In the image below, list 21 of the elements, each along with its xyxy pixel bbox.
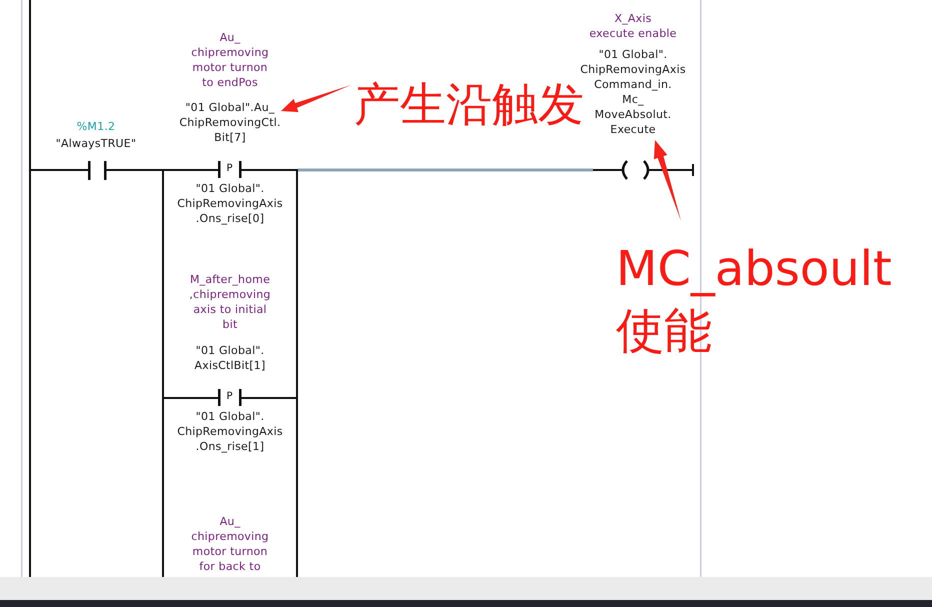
contact-operand: "01 Global". AxisCtlBit[1]	[194, 343, 266, 373]
rung-wire	[31, 169, 89, 171]
contact-address: %M1.2	[76, 119, 116, 134]
rung-wire	[164, 397, 218, 399]
tag-comment: Au_ chipremoving motor turnon to endPos	[191, 30, 269, 90]
rung-wire	[164, 169, 218, 171]
contact-operand: "01 Global".Au_ ChipRemovingCtl. Bit[7]	[179, 100, 281, 145]
tag-comment: Au_ chipremoving motor turnon for back to	[191, 514, 269, 574]
contact-tag: "AlwaysTRUE"	[56, 136, 136, 151]
tag-comment: M_after_home ,chipremoving axis to initial bit	[189, 272, 271, 332]
contact-symbol	[88, 161, 106, 180]
edge-memory-bit: "01 Global". ChipRemovingAxis .Ons_rise[0]	[177, 181, 283, 226]
rung-wire	[242, 397, 296, 399]
annotation-text: MC_absoult 使能	[616, 240, 892, 361]
coil-comment: X_Axis execute enable	[589, 11, 677, 41]
rung-wire	[106, 169, 162, 171]
coil-symbol	[622, 160, 650, 180]
callout-arrow	[281, 85, 351, 112]
rung-wire	[242, 169, 296, 171]
edge-memory-bit: "01 Global". ChipRemovingAxis .Ons_rise[1]	[177, 409, 283, 454]
annotation-text: 产生沿触发	[354, 76, 584, 132]
